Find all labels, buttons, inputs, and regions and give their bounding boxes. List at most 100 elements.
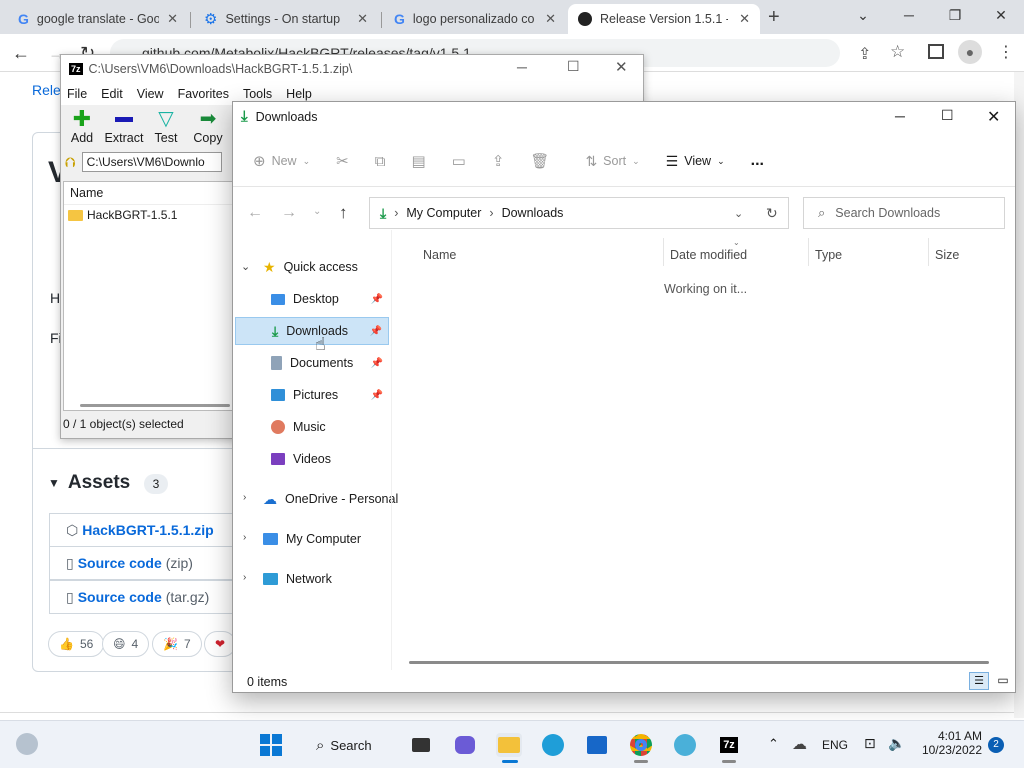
forward-icon[interactable]: → [281,204,297,222]
add-button[interactable]: ✚ Add [61,108,103,149]
menu-file[interactable]: File [67,87,87,101]
taskbar-search-button[interactable]: ⌕ Search [306,731,382,759]
view-button[interactable]: ☰ View ⌄ [666,153,725,170]
language-indicator[interactable]: ENG [822,738,848,752]
profile-icon[interactable]: ● [958,40,982,64]
tab-release[interactable]: Release Version 1.5.1 - ✕ [568,4,760,34]
new-tab-button[interactable]: + [768,6,780,29]
start-button[interactable] [258,733,284,757]
menu-tools[interactable]: Tools [243,87,272,101]
breadcrumb[interactable]: Rele [32,82,61,98]
col-name-header[interactable]: Name [64,182,232,205]
nav-my-computer[interactable]: My Computer [235,525,389,553]
search-input[interactable]: ⌕ Search Downloads [803,197,1005,229]
nav-music[interactable]: Music [235,413,389,441]
extract-button[interactable]: Extract [103,109,145,149]
notification-badge[interactable]: 2 [988,737,1004,753]
7zip-taskbar-icon[interactable]: 7z [716,733,742,757]
nav-onedrive[interactable]: ☁ OneDrive - Personal [235,485,398,513]
menu-edit[interactable]: Edit [101,87,123,101]
refresh-icon[interactable]: ↻ [766,205,778,222]
back-icon[interactable]: ← [12,43,30,64]
nav-quick-access[interactable]: ★ Quick access [235,253,389,281]
store-icon[interactable] [584,733,610,757]
more-menu-icon[interactable]: ⋮ [998,42,1014,62]
col-name[interactable]: Name [423,248,456,262]
nav-desktop[interactable]: Desktop 📌 [235,285,389,313]
network-icon[interactable]: ⊡ [864,735,876,752]
up-icon[interactable]: ↑ [339,203,348,223]
share-icon[interactable]: ⇪ [858,44,871,64]
reaction-hooray[interactable]: 🎉 7 [152,631,202,657]
close-button[interactable]: ✕ [978,0,1024,30]
col-size[interactable]: Size [935,248,959,262]
widgets-icon[interactable] [16,733,38,755]
tab-settings[interactable]: ⚙ Settings - On startup ✕ [194,4,378,34]
maximize-button[interactable]: ☐ [941,107,954,124]
asset-source-zip-link[interactable]: ▯ Source code (zip) [49,546,249,580]
tab-search-icon[interactable]: ⌄ [840,0,886,30]
minimize-button[interactable]: ─ [895,108,905,124]
maximize-button[interactable]: ☐ [567,58,580,75]
reaction-thumbs-up[interactable]: 👍 56 [48,631,105,657]
tiles-view-icon[interactable]: ▭ [993,672,1013,690]
show-hidden-icons-icon[interactable]: ⌃ [768,736,779,752]
chat-icon[interactable] [452,733,478,757]
nav-network[interactable]: Network [235,565,389,593]
h-scrollbar[interactable] [80,404,230,407]
minimize-button[interactable]: ─ [886,0,932,30]
new-button[interactable]: ⊕ New ⌄ [253,152,310,170]
bookmark-star-icon[interactable]: ☆ [890,42,905,62]
back-icon[interactable]: ← [247,204,263,222]
menu-favorites[interactable]: Favorites [178,87,229,101]
share-icon[interactable]: ⇪ [492,152,505,170]
minimize-button[interactable]: ─ [517,59,527,75]
breadcrumb-downloads[interactable]: Downloads [502,206,564,220]
side-panel-icon[interactable] [928,44,944,59]
asset-zip-link[interactable]: ⬡ HackBGRT-1.5.1.zip [49,513,249,547]
rename-icon[interactable]: ▭ [452,152,466,170]
h-scrollbar[interactable] [409,661,989,664]
see-more-button[interactable]: ... [751,152,764,170]
cut-icon[interactable]: ✂ [336,152,349,170]
details-view-icon[interactable]: ☰ [969,672,989,690]
close-tab-icon[interactable]: ✕ [167,11,178,27]
7zip-path-input[interactable]: C:\Users\VM6\Downlo [81,152,222,172]
tab-google-translate[interactable]: G google translate - Goo ✕ [8,4,188,34]
close-button[interactable]: ✕ [615,58,628,76]
nav-videos[interactable]: Videos [235,445,389,473]
asset-source-targz-link[interactable]: ▯ Source code (tar.gz) [49,580,249,614]
address-dropdown-icon[interactable]: ⌄ [734,207,743,220]
file-row[interactable]: HackBGRT-1.5.1 [64,205,232,225]
file-explorer-icon[interactable] [496,733,522,757]
task-view-icon[interactable] [408,733,434,757]
recent-locations-icon[interactable]: ⌄ [313,206,321,217]
cloud-icon[interactable]: ☁ [792,735,807,753]
app-icon[interactable] [672,733,698,757]
reaction-laugh[interactable]: 😄 4 [102,631,150,657]
volume-icon[interactable]: 🔈 [888,735,905,752]
col-type[interactable]: Type [815,248,842,262]
close-tab-icon[interactable]: ✕ [739,11,750,27]
assets-header[interactable]: ▼ Assets [48,472,130,494]
address-input[interactable]: ⤓ › My Computer › Downloads ⌄ ↻ [369,197,789,229]
close-tab-icon[interactable]: ✕ [545,11,556,27]
close-tab-icon[interactable]: ✕ [357,11,368,27]
paste-icon[interactable]: ▤ [411,152,425,170]
sort-button[interactable]: ⇅ Sort ⌄ [585,153,639,170]
close-button[interactable]: ✕ [987,107,1000,127]
nav-documents[interactable]: Documents 📌 [235,349,389,377]
col-date-modified[interactable]: Date modified [670,248,747,262]
nav-pictures[interactable]: Pictures 📌 [235,381,389,409]
test-button[interactable]: ▽ Test [145,109,187,149]
delete-icon[interactable]: 🗑 [530,152,549,170]
copy-button[interactable]: ➡ Copy [187,109,229,149]
menu-view[interactable]: View [137,87,164,101]
clock[interactable]: 4:01 AM 10/23/2022 [918,729,982,757]
maximize-button[interactable]: ❐ [932,0,978,30]
edge-icon[interactable] [540,733,566,757]
nav-downloads[interactable]: ⤓ Downloads 📌 [235,317,389,345]
menu-help[interactable]: Help [286,87,312,101]
breadcrumb-my-computer[interactable]: My Computer [406,206,481,220]
chrome-icon[interactable] [628,733,654,757]
